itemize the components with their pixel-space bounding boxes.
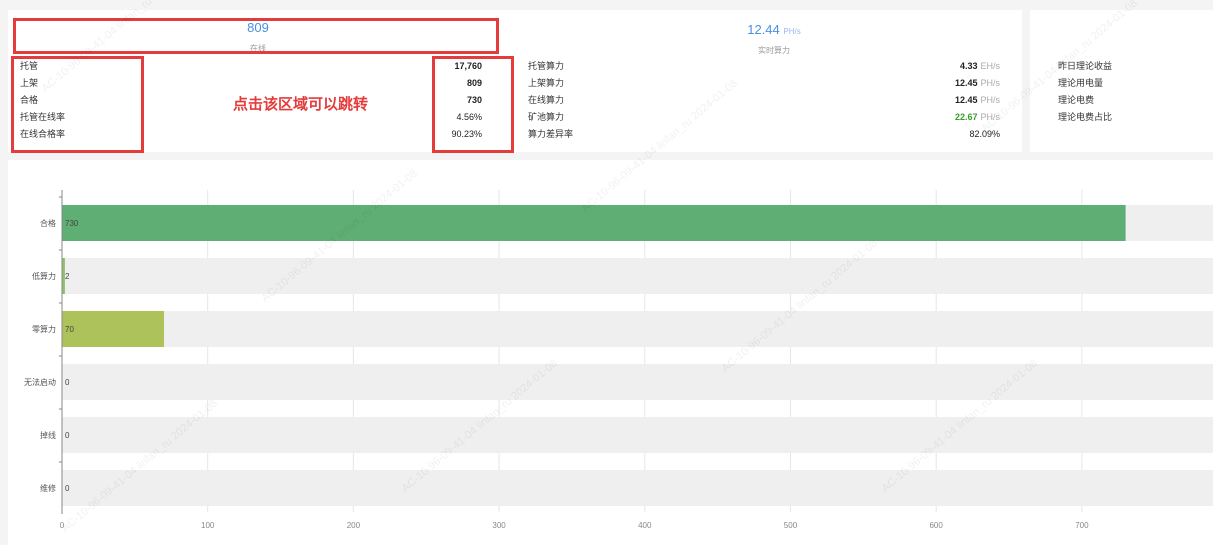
x-tick-label: 100 [201, 521, 215, 530]
bar [62, 311, 164, 347]
realtime-hashrate-value: 12.44 [747, 22, 780, 37]
revenue-label-power-cost-ratio: 理论电费占比 [1058, 112, 1113, 122]
bar-track [62, 311, 1213, 347]
hash-label-online: 在线算力 [528, 95, 565, 105]
realtime-hashrate-caption: 实时算力 [758, 46, 790, 55]
status-bar-chart: 0 100 200 300 400 500 600 700 合格 730 低算力 2 零算力 70 无法启动… [8, 160, 1213, 545]
data-label: 0 [65, 378, 70, 387]
bar-track [62, 470, 1213, 506]
hash-label-pool: 矿池算力 [528, 112, 565, 122]
hashrate-summary-card[interactable]: 12.44 PH/s 实时算力 托管算力 上架算力 在线算力 矿池算力 算力差异… [514, 10, 1022, 152]
x-tick-label: 500 [784, 521, 798, 530]
x-tick-label: 600 [929, 521, 943, 530]
bar-track [62, 258, 1213, 294]
hash-value-pool: 22.67 PH/s [954, 112, 1000, 122]
hash-value-racked: 12.45 PH/s [954, 78, 1000, 88]
x-tick-label: 700 [1075, 521, 1089, 530]
revenue-summary-card[interactable]: 昨日理论收益 理论用电量 理论电费 理论电费占比 [1030, 10, 1213, 152]
status-bar-chart-svg: 0 100 200 300 400 500 600 700 合格 730 低算力 2 零算力 70 无法启动… [24, 190, 1213, 530]
revenue-label-yesterday: 昨日理论收益 [1058, 61, 1113, 71]
revenue-label-power-cost: 理论电费 [1058, 95, 1095, 105]
realtime-hashrate: 12.44 PH/s [654, 22, 894, 37]
annotation-box-online [13, 18, 499, 54]
bar-track [62, 417, 1213, 453]
annotation-box-labels [11, 56, 144, 153]
x-tick-label: 300 [492, 521, 506, 530]
hash-value-diff-rate: 82.09% [969, 129, 1000, 139]
hash-label-diff-rate: 算力差异率 [528, 129, 574, 139]
annotation-text: 点击该区域可以跳转 [233, 96, 369, 113]
category-label: 零算力 [32, 324, 56, 334]
category-label: 无法启动 [24, 377, 56, 387]
realtime-hashrate-unit: PH/s [783, 27, 801, 36]
data-label: 730 [65, 219, 79, 228]
category-label: 掉线 [40, 430, 56, 440]
x-tick-label: 400 [638, 521, 652, 530]
hash-value-online: 12.45 PH/s [954, 95, 1000, 105]
x-tick-label: 200 [347, 521, 361, 530]
data-label: 0 [65, 431, 70, 440]
bar-track [62, 364, 1213, 400]
hash-label-hosted: 托管算力 [528, 61, 565, 71]
data-label: 2 [65, 272, 70, 281]
revenue-label-power-usage: 理论用电量 [1058, 78, 1104, 88]
annotation-box-values [432, 56, 514, 153]
category-label: 维修 [40, 483, 56, 493]
bar [62, 205, 1126, 241]
x-tick-label: 0 [60, 521, 65, 530]
hash-label-racked: 上架算力 [528, 78, 565, 88]
hash-value-hosted: 4.33 EH/s [959, 61, 1000, 71]
data-label: 0 [65, 484, 70, 493]
category-label: 合格 [40, 218, 56, 228]
data-label: 70 [65, 325, 74, 334]
category-label: 低算力 [32, 271, 56, 281]
